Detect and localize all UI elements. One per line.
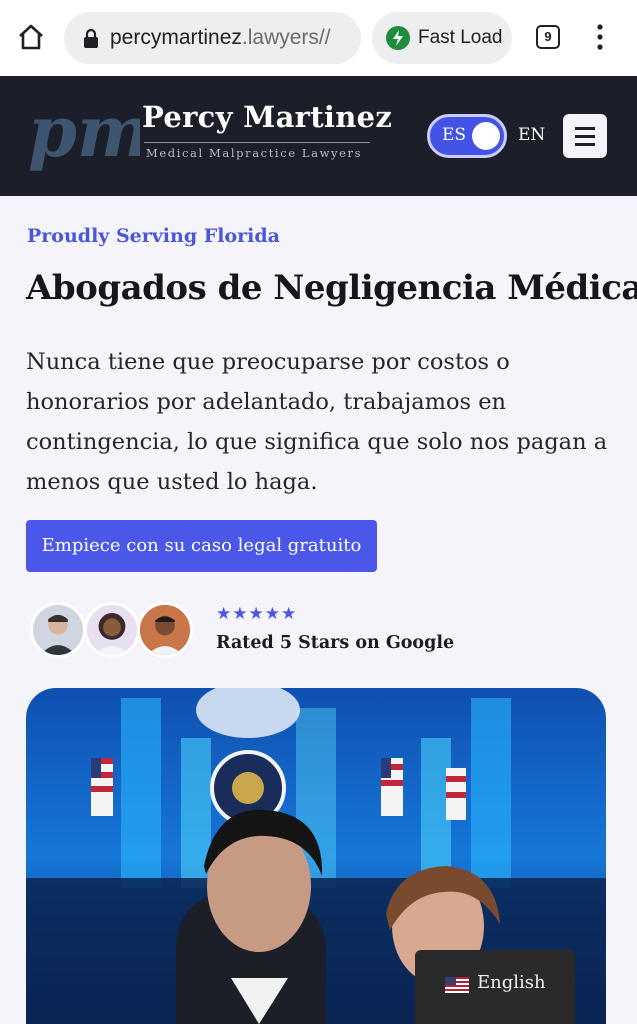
language-toggle[interactable]: ES [427,114,507,158]
avatar [30,602,86,658]
lock-icon[interactable] [82,28,100,48]
logo-monogram[interactable]: pm [28,90,151,178]
hero-eyebrow: Proudly Serving Florida [27,225,280,247]
bolt-icon [386,26,410,50]
free-case-button[interactable]: Empiece con su caso legal gratuito [26,520,377,572]
address-bar[interactable]: percymartinez.lawyers// [64,12,361,64]
fast-load-label: Fast Load [418,27,503,48]
hamburger-icon[interactable] [563,114,607,158]
language-es-label: ES [442,125,467,145]
hero-lead: Nunca tiene que preocuparse por costos o… [26,349,608,495]
page-title: Abogados de Negligencia Médica [26,268,637,308]
language-en-label[interactable]: EN [518,125,545,145]
home-icon[interactable] [16,22,46,52]
toggle-knob [472,122,500,150]
logo-tagline: Medical Malpractice Lawyers [146,146,363,160]
site-header: pm Percy Martinez Medical Malpractice La… [0,76,637,196]
avatar [137,602,193,658]
logo-name[interactable]: Percy Martinez [142,100,392,134]
language-switcher-label: English [477,972,546,993]
more-vert-icon[interactable] [592,22,608,52]
rating-stars-icon: ★★★★★ [216,604,298,624]
browser-toolbar: percymartinez.lawyers// Fast Load 9 [0,0,637,76]
language-switcher[interactable]: English [415,950,575,1024]
us-flag-icon [445,977,469,993]
tabs-icon[interactable]: 9 [536,25,560,49]
logo-monogram-text: pm [28,96,140,173]
url-text: percymartinez.lawyers// [110,26,331,50]
fast-load-chip[interactable]: Fast Load [372,12,512,64]
avatar [84,602,140,658]
url-host: percymartinez [110,26,242,49]
logo-divider [144,142,370,143]
rating-text: Rated 5 Stars on Google [216,633,455,653]
url-path: .lawyers// [241,26,331,49]
